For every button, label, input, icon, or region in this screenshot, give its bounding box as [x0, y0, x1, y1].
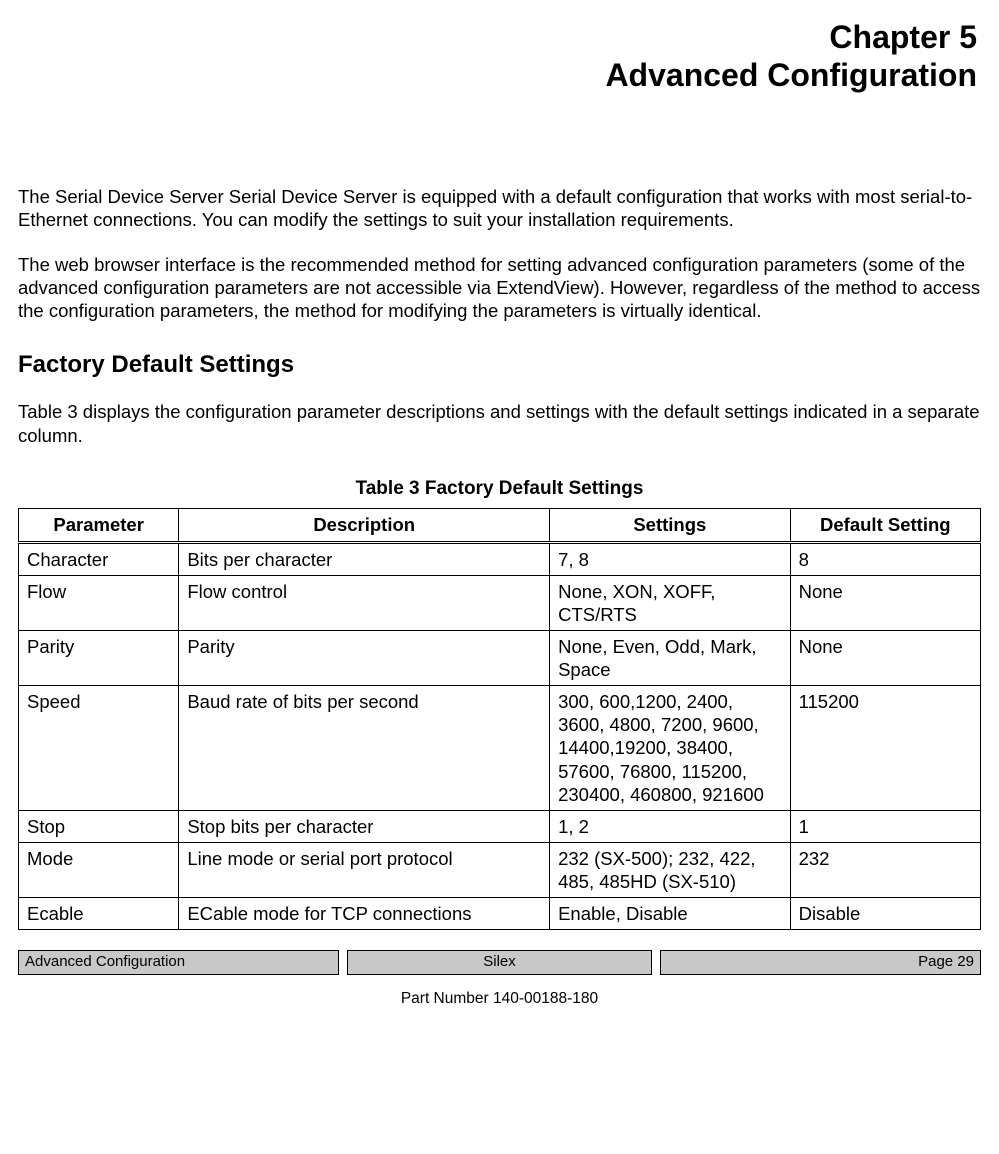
chapter-number: Chapter 5 — [18, 18, 977, 56]
cell-settings: Enable, Disable — [550, 898, 791, 930]
cell-desc: Baud rate of bits per second — [179, 686, 550, 811]
table-row: Parity Parity None, Even, Odd, Mark, Spa… — [19, 630, 981, 685]
chapter-heading: Chapter 5 Advanced Configuration — [18, 18, 981, 95]
cell-default: None — [790, 630, 980, 685]
section-heading: Factory Default Settings — [18, 350, 981, 380]
cell-desc: ECable mode for TCP connections — [179, 898, 550, 930]
cell-default: Disable — [790, 898, 980, 930]
th-description: Description — [179, 509, 550, 542]
footer-page-number: Page 29 — [660, 950, 981, 975]
table-row: Character Bits per character 7, 8 8 — [19, 542, 981, 575]
cell-settings: None, XON, XOFF, CTS/RTS — [550, 575, 791, 630]
cell-default: None — [790, 575, 980, 630]
cell-param: Parity — [19, 630, 179, 685]
table-row: Flow Flow control None, XON, XOFF, CTS/R… — [19, 575, 981, 630]
cell-desc: Bits per character — [179, 542, 550, 575]
cell-settings: None, Even, Odd, Mark, Space — [550, 630, 791, 685]
cell-default: 115200 — [790, 686, 980, 811]
cell-desc: Parity — [179, 630, 550, 685]
table-row: Stop Stop bits per character 1, 2 1 — [19, 810, 981, 842]
factory-default-table: Parameter Description Settings Default S… — [18, 508, 981, 930]
cell-settings: 1, 2 — [550, 810, 791, 842]
table-row: Mode Line mode or serial port protocol 2… — [19, 842, 981, 897]
th-settings: Settings — [550, 509, 791, 542]
footer-part-number: Part Number 140-00188-180 — [18, 989, 981, 1008]
footer-section-name: Advanced Configuration — [18, 950, 339, 975]
cell-desc: Flow control — [179, 575, 550, 630]
intro-paragraph-2: The web browser interface is the recomme… — [18, 253, 981, 322]
th-default: Default Setting — [790, 509, 980, 542]
th-parameter: Parameter — [19, 509, 179, 542]
cell-desc: Stop bits per character — [179, 810, 550, 842]
cell-param: Flow — [19, 575, 179, 630]
section-lead: Table 3 displays the configuration param… — [18, 400, 981, 446]
page-footer: Advanced Configuration Silex Page 29 Par… — [18, 950, 981, 1008]
cell-param: Character — [19, 542, 179, 575]
cell-settings: 7, 8 — [550, 542, 791, 575]
footer-company: Silex — [347, 950, 653, 975]
table-caption: Table 3 Factory Default Settings — [18, 477, 981, 501]
cell-settings: 300, 600,1200, 2400, 3600, 4800, 7200, 9… — [550, 686, 791, 811]
cell-settings: 232 (SX-500); 232, 422, 485, 485HD (SX-5… — [550, 842, 791, 897]
cell-default: 8 — [790, 542, 980, 575]
cell-param: Speed — [19, 686, 179, 811]
table-header-row: Parameter Description Settings Default S… — [19, 509, 981, 542]
cell-param: Stop — [19, 810, 179, 842]
cell-default: 1 — [790, 810, 980, 842]
cell-param: Ecable — [19, 898, 179, 930]
intro-paragraph-1: The Serial Device Server Serial Device S… — [18, 185, 981, 231]
chapter-title: Advanced Configuration — [18, 56, 977, 94]
cell-default: 232 — [790, 842, 980, 897]
cell-desc: Line mode or serial port protocol — [179, 842, 550, 897]
cell-param: Mode — [19, 842, 179, 897]
table-row: Speed Baud rate of bits per second 300, … — [19, 686, 981, 811]
table-row: Ecable ECable mode for TCP connections E… — [19, 898, 981, 930]
